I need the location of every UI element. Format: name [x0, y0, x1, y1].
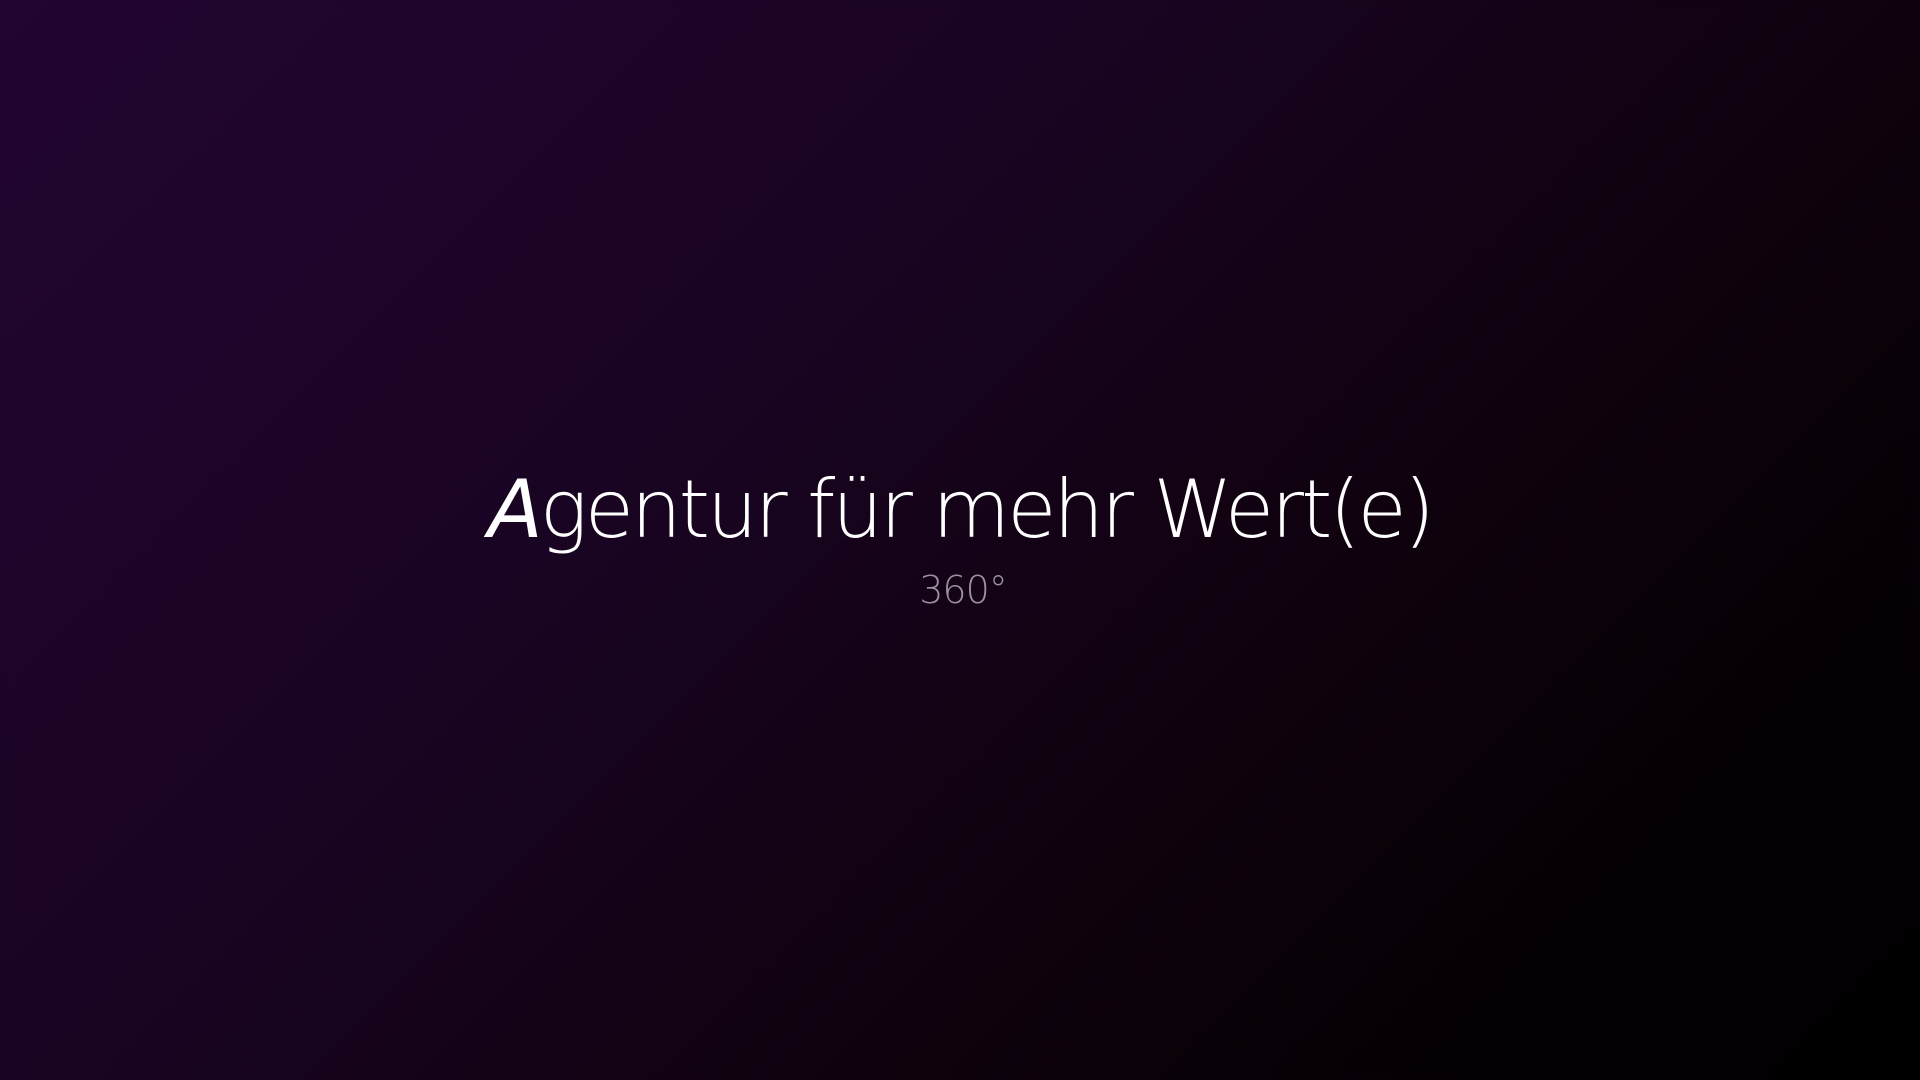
hero-subtitle: 360° [919, 568, 1008, 612]
hero-stage: Agentur für mehr Wert(e) 360° [0, 0, 1920, 1080]
hero-title-initial: A [488, 463, 543, 556]
hero-title-rest: gentur für mehr Wert(e) [539, 463, 1435, 556]
hero-title: Agentur für mehr Wert(e) [0, 460, 1920, 560]
